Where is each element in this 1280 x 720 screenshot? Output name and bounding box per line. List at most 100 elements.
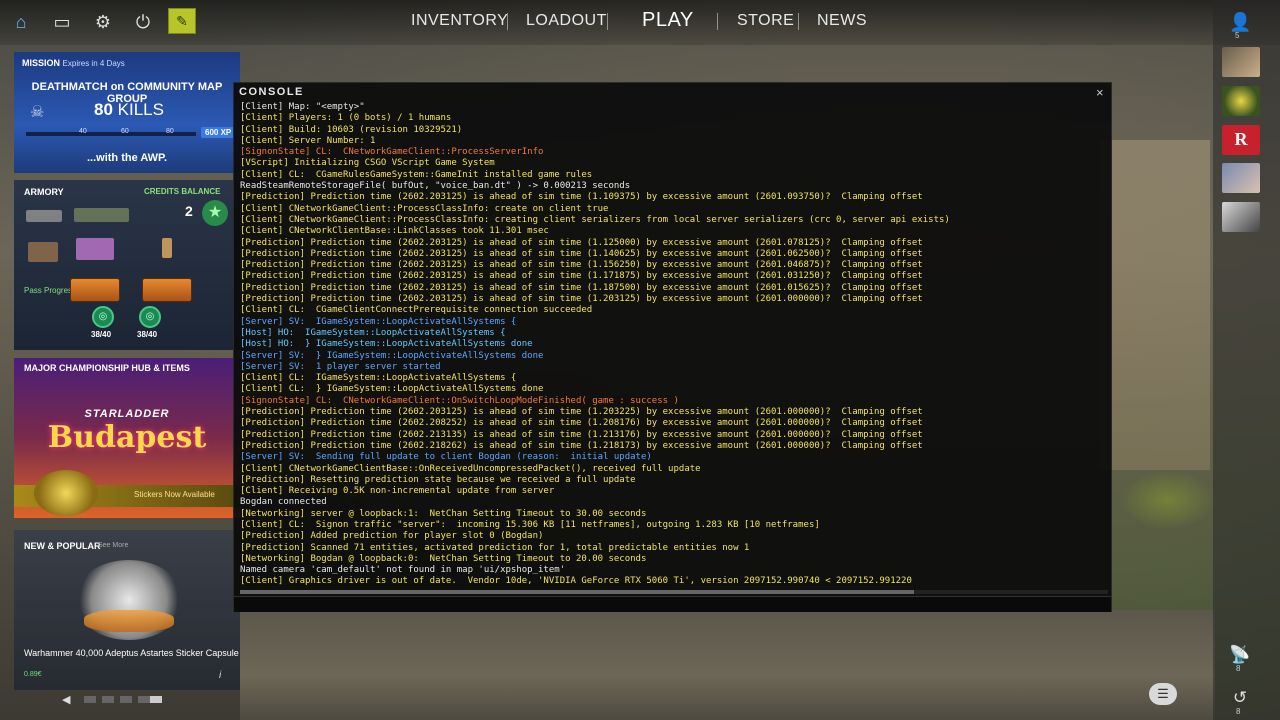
- gear-icon[interactable]: ⚙: [91, 10, 115, 34]
- nav-inventory[interactable]: INVENTORY: [411, 12, 508, 34]
- console-line: [Prediction] Prediction time (2602.20312…: [240, 248, 923, 259]
- nav-play[interactable]: PLAY: [642, 9, 694, 31]
- power-icon[interactable]: ⏻: [131, 10, 155, 34]
- console-line: [Prediction] Prediction time (2602.21826…: [240, 440, 923, 451]
- nav-divider: [507, 13, 508, 30]
- armory-crate: [142, 278, 192, 302]
- mission-expiry: Expires in 4 Days: [62, 59, 125, 68]
- new-popular-card[interactable]: NEW & POPULAR See More Warhammer 40,000 …: [14, 530, 240, 690]
- sliders-icon[interactable]: ☰: [1149, 683, 1177, 705]
- armory-item: [28, 242, 58, 262]
- info-icon[interactable]: i: [219, 670, 221, 681]
- console-line: [Host] HO: IGameSystem::LoopActivateAllS…: [240, 327, 506, 338]
- console-line: [Client] CL: CGameClientConnectPrerequis…: [240, 305, 593, 316]
- close-icon[interactable]: ×: [1096, 85, 1104, 100]
- nav-divider: [717, 13, 718, 30]
- console-line: [Prediction] Prediction time (2602.20312…: [240, 282, 923, 293]
- mission-tick: 60: [121, 128, 129, 135]
- console-line: [Client] Graphics driver is out of date.…: [240, 576, 912, 587]
- pass-coin-icon: ◎: [92, 306, 114, 328]
- friends-user-icon[interactable]: 👤: [1229, 12, 1251, 34]
- console-line: [Prediction] Prediction time (2602.21313…: [240, 429, 923, 440]
- chevron-left-icon[interactable]: ◀: [62, 693, 70, 706]
- pass-icon[interactable]: ✎: [168, 8, 196, 34]
- console-line: [Prediction] Prediction time (2602.20825…: [240, 418, 923, 429]
- mission-kills: 80 KILLS: [94, 100, 164, 120]
- nav-news[interactable]: NEWS: [817, 12, 867, 34]
- tv-icon[interactable]: ▭: [50, 10, 74, 34]
- star-icon: ★: [202, 200, 228, 226]
- pass-coin-progress: 38/40: [137, 330, 158, 339]
- popular-item-price: 0.89€: [24, 671, 42, 678]
- pager-dot[interactable]: [138, 696, 150, 703]
- major-brand-logo: STARLADDER: [84, 408, 170, 420]
- see-more-link[interactable]: See More: [98, 542, 128, 549]
- online-count: 5: [1235, 31, 1240, 40]
- nav-loadout[interactable]: LOADOUT: [526, 12, 607, 34]
- console-line: [VScript] Initializing CSGO VScript Game…: [240, 158, 495, 169]
- console-line: [Client] Build: 10603 (revision 10329521…: [240, 124, 463, 135]
- console-line: [Client] CNetworkGameClient::ProcessClas…: [240, 214, 950, 225]
- console-log[interactable]: [Client] Map: "<empty>" [Client] Players:…: [240, 102, 1108, 588]
- mission-label: MISSION: [22, 58, 61, 68]
- mission-kills-value: 80: [94, 100, 113, 119]
- console-line: [Networking] Bogdan @ loopback:0: NetCha…: [240, 553, 647, 564]
- console-title: CONSOLE: [239, 86, 304, 98]
- armory-item: [162, 238, 172, 258]
- pass-coin-progress: 38/40: [91, 330, 112, 339]
- pager-dot[interactable]: [120, 696, 132, 703]
- popular-item-name: Warhammer 40,000 Adeptus Astartes Sticke…: [24, 648, 239, 658]
- armory-item: [26, 210, 62, 222]
- console-line: [Client] CNetworkGameClient::ProcessClas…: [240, 203, 609, 214]
- major-title: MAJOR CHAMPIONSHIP HUB & ITEMS: [24, 363, 190, 373]
- console-line: Named camera 'cam_default' not found in …: [240, 565, 566, 576]
- console-line: [Client] CL: IGameSystem::LoopActivateAl…: [240, 373, 517, 384]
- console-line: [Prediction] Added prediction for player…: [240, 531, 544, 542]
- console-line: [Client] Server Number: 1: [240, 135, 376, 146]
- console-line: [Client] CNetworkClientBase::LinkClasses…: [240, 226, 549, 237]
- broadcast-count: 8: [1236, 664, 1241, 673]
- major-city-logo: Budapest: [47, 420, 207, 455]
- console-scrollbar[interactable]: [240, 590, 1108, 594]
- console-line: [Prediction] Prediction time (2602.20312…: [240, 271, 923, 282]
- armory-crate: [70, 278, 120, 302]
- friend-avatar[interactable]: [1222, 47, 1260, 77]
- armory-item: [76, 238, 114, 260]
- nav-store[interactable]: STORE: [737, 12, 794, 34]
- major-championship-card[interactable]: MAJOR CHAMPIONSHIP HUB & ITEMS STARLADDE…: [14, 358, 240, 518]
- console-line: [Client] Receiving 0.5K non-incremental …: [240, 486, 555, 497]
- console-scroll-thumb[interactable]: [240, 590, 914, 594]
- home-icon[interactable]: ⌂: [9, 10, 33, 34]
- history-icon[interactable]: ↺: [1229, 688, 1251, 708]
- background-floor: [240, 610, 1215, 720]
- console-window: CONSOLE × [Client] Map: "<empty>" [Client…: [233, 82, 1112, 612]
- broadcast-icon[interactable]: 📡: [1229, 645, 1251, 665]
- pass-progress-label: Pass Progress: [24, 286, 77, 295]
- console-line: [Client] CL: } IGameSystem::LoopActivate…: [240, 384, 544, 395]
- mission-card[interactable]: MISSION Expires in 4 Days DEATHMATCH on …: [14, 52, 240, 173]
- console-line: Bogdan connected: [240, 497, 327, 508]
- pager-dot-active[interactable]: [150, 696, 162, 703]
- background-wall: [1100, 140, 1210, 470]
- console-line: [SignonState] CL: CNetworkGameClient::Pr…: [240, 147, 544, 158]
- friend-avatar[interactable]: [1222, 86, 1260, 116]
- credits-balance-label: CREDITS BALANCE: [144, 187, 221, 196]
- armory-card[interactable]: ARMORY CREDITS BALANCE 2 ★ Pass Progress…: [14, 180, 240, 350]
- skull-icon: ☠: [30, 104, 45, 121]
- popular-title: NEW & POPULAR: [24, 541, 101, 551]
- sticker-capsule-band: [84, 610, 174, 632]
- console-line: ReadSteamRemoteStorageFile( bufOut, "voi…: [240, 181, 631, 192]
- console-line: [Prediction] Resetting prediction state …: [240, 474, 636, 485]
- mission-subtitle: ...with the AWP.: [86, 152, 168, 164]
- console-line: [Server] SV: } IGameSystem::LoopActivate…: [240, 350, 544, 361]
- console-line: [Prediction] Prediction time (2602.20312…: [240, 260, 923, 271]
- friend-avatar[interactable]: [1222, 202, 1260, 232]
- pager-dot[interactable]: [84, 696, 96, 703]
- friend-avatar[interactable]: [1222, 163, 1260, 193]
- console-input[interactable]: [234, 596, 1111, 612]
- console-line: [Server] SV: Sending full update to clie…: [240, 452, 652, 463]
- friend-avatar[interactable]: R: [1222, 125, 1260, 155]
- pager-dot[interactable]: [102, 696, 114, 703]
- console-line: [Prediction] Prediction time (2602.20312…: [240, 407, 923, 418]
- console-line: [Prediction] Scanned 71 entities, activa…: [240, 542, 750, 553]
